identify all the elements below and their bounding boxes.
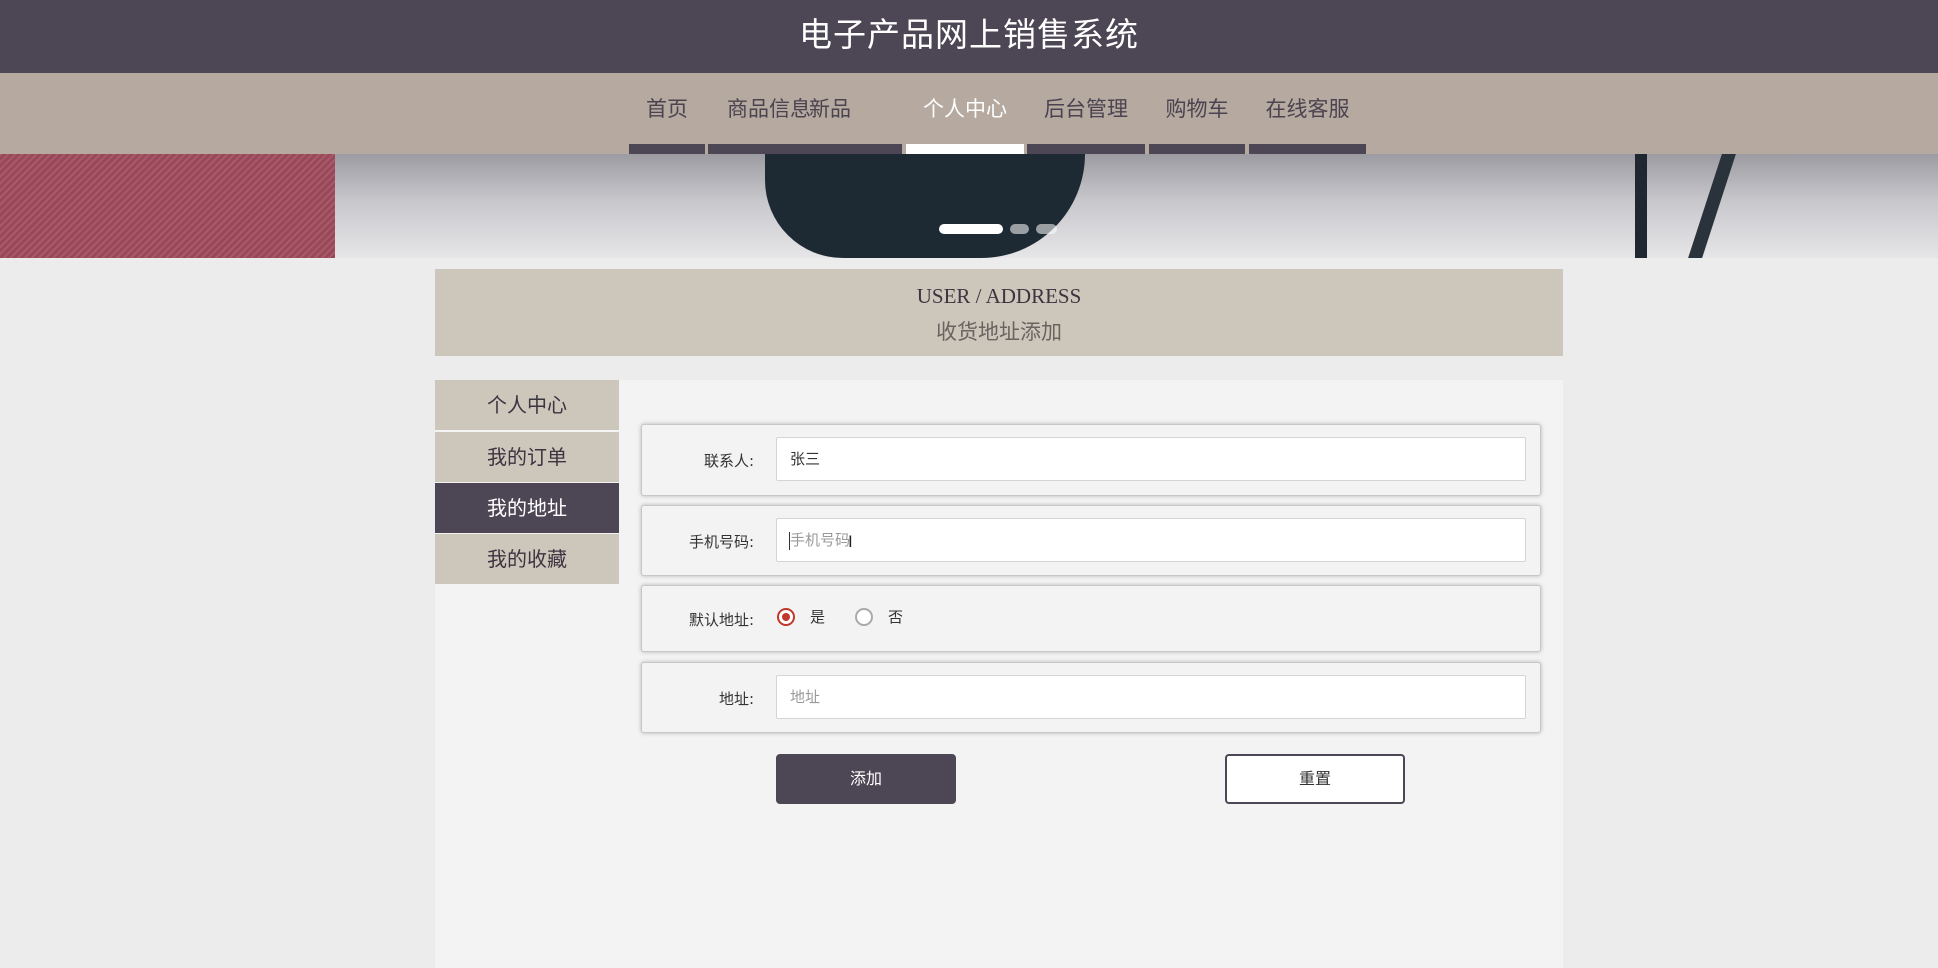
add-button[interactable]: 添加 [776,754,956,804]
nav-item-label: 购物车 [1165,97,1229,121]
nav-item-support[interactable]: 在线客服 [1249,73,1366,154]
phone-input[interactable]: 手机号码 I [776,518,1526,562]
page-title-en: USER / ADDRESS [916,284,1082,308]
nav-item-label: 个人中心 [923,97,1007,121]
sidebar-item-personal-center[interactable]: 个人中心 [435,380,619,430]
page-heading: USER / ADDRESS 收货地址添加 [435,269,1563,356]
sidebar-item-address[interactable]: 我的地址 [435,483,619,533]
nav-item-cart[interactable]: 购物车 [1149,73,1245,154]
site-header: 电子产品网上销售系统 [0,0,1938,73]
default-yes-label[interactable]: 是 [810,606,825,627]
sidebar-item-favorites[interactable]: 我的收藏 [435,534,619,584]
nav-item-admin[interactable]: 后台管理 [1027,73,1145,154]
default-label: 默认地址: [688,611,754,629]
site-title: 电子产品网上销售系统 [799,15,1139,54]
nav-item-label: 新品 [809,97,851,121]
form-row-default: 默认地址: 是 否 [641,585,1541,652]
sidebar-item-orders[interactable]: 我的订单 [435,432,619,482]
phone-label: 手机号码: [688,533,754,551]
page-title: 收货地址添加 [936,320,1062,344]
nav-item-label: 后台管理 [1044,97,1128,121]
form-row-contact: 联系人: 张三 [641,424,1541,496]
hero-carousel[interactable] [0,154,1938,258]
carousel-dot[interactable] [1010,224,1029,234]
address-label: 地址: [718,690,754,708]
default-yes-radio[interactable] [777,608,795,626]
default-no-radio[interactable] [855,608,873,626]
phone-placeholder: 手机号码 [790,531,851,549]
text-cursor-icon: I [848,532,853,551]
form-row-address: 地址: 地址 [641,662,1541,733]
banner-pattern [0,154,335,258]
contact-value: 张三 [790,450,821,468]
nav-item-label: 在线客服 [1265,97,1350,121]
address-placeholder: 地址 [790,688,821,706]
carousel-dot[interactable] [1036,224,1057,234]
nav-item-personal-center[interactable]: 个人中心 [906,73,1024,154]
contact-label: 联系人: [703,452,754,470]
text-caret [789,532,790,550]
default-no-label[interactable]: 否 [888,606,903,627]
main-nav: 首页 商品信息 新品 个人中心 后台管理 购物车 在线客服 [0,73,1938,154]
address-input[interactable]: 地址 [776,675,1526,719]
reset-button[interactable]: 重置 [1225,754,1405,804]
contact-input[interactable]: 张三 [776,437,1526,481]
carousel-dot[interactable] [939,224,1003,234]
form-row-phone: 手机号码: 手机号码 I [641,505,1541,576]
